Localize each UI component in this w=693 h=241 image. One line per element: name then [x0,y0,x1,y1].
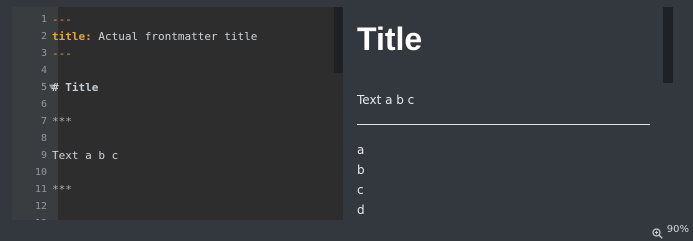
editor-line[interactable]: 2 title: Actual frontmatter title [12,28,343,45]
line-number: 13 [12,215,47,220]
editor-line[interactable]: 11 *** [12,181,343,198]
preview-scrollbar-thumb[interactable] [663,7,673,83]
editor-line[interactable]: 9 Text a b c [12,147,343,164]
syntax-token: Text a b c [52,149,119,162]
preview-list-item: a [357,143,365,157]
syntax-token: --- [52,13,72,26]
syntax-token: *** [52,115,72,128]
preview-list-item: d [357,203,365,217]
editor-line[interactable]: 7 *** [12,113,343,130]
line-text: title: Actual frontmatter title [52,28,257,45]
syntax-token: title: [52,30,92,43]
editor-line[interactable]: 6 [12,96,343,113]
line-number: 3 [40,48,47,59]
line-text: # Title [52,79,98,96]
editor-line[interactable]: 3 --- [12,45,343,62]
markdown-preview: Title Text a b c a b c d [344,7,673,220]
preview-list-item: c [357,183,364,197]
preview-list-item: b [357,163,365,177]
line-number: 2 [40,31,47,42]
syntax-token: --- [52,47,72,60]
editor-line[interactable]: 5 ▼ # Title [12,79,343,96]
line-text: *** [52,113,72,130]
preview-horizontal-rule [357,124,650,125]
syntax-token: *** [52,183,72,196]
editor-line[interactable]: 4 [12,62,343,79]
line-number: 11 [34,184,47,195]
zoom-control[interactable]: 90% [652,222,689,239]
line-number: 12 [34,201,47,212]
editor-line[interactable]: 13 [12,215,343,220]
preview-list: a b c d [357,140,365,220]
line-number: 4 [40,65,47,76]
editor-scrollbar-thumb[interactable] [334,7,343,73]
zoom-in-icon[interactable] [652,224,663,239]
editor-line[interactable]: 10 [12,164,343,181]
editor-line[interactable]: 1 --- [12,11,343,28]
line-text: --- [52,11,72,28]
line-number: 9 [40,150,47,161]
line-number: 7 [40,116,47,127]
syntax-token: # Title [52,81,99,94]
editor-line[interactable]: 8 [12,130,343,147]
line-number: 5 [40,82,47,93]
line-text: Text a b c [52,147,118,164]
preview-paragraph: Text a b c [357,93,415,107]
line-number: 6 [40,99,47,110]
zoom-level: 90% [666,224,689,235]
editor-code-area[interactable]: 1 --- 2 title: Actual frontmatter title 3 ---… [12,11,343,220]
markdown-editor[interactable]: 1 --- 2 title: Actual frontmatter title 3 ---… [12,7,343,220]
preview-heading: Title [357,21,423,57]
syntax-token: Actual frontmatter title [91,30,258,43]
line-text: *** [52,181,72,198]
line-number: 8 [40,133,47,144]
editor-line[interactable]: 12 [12,198,343,215]
line-number: 10 [34,167,47,178]
line-text: --- [52,45,72,62]
line-number: 1 [40,14,47,25]
